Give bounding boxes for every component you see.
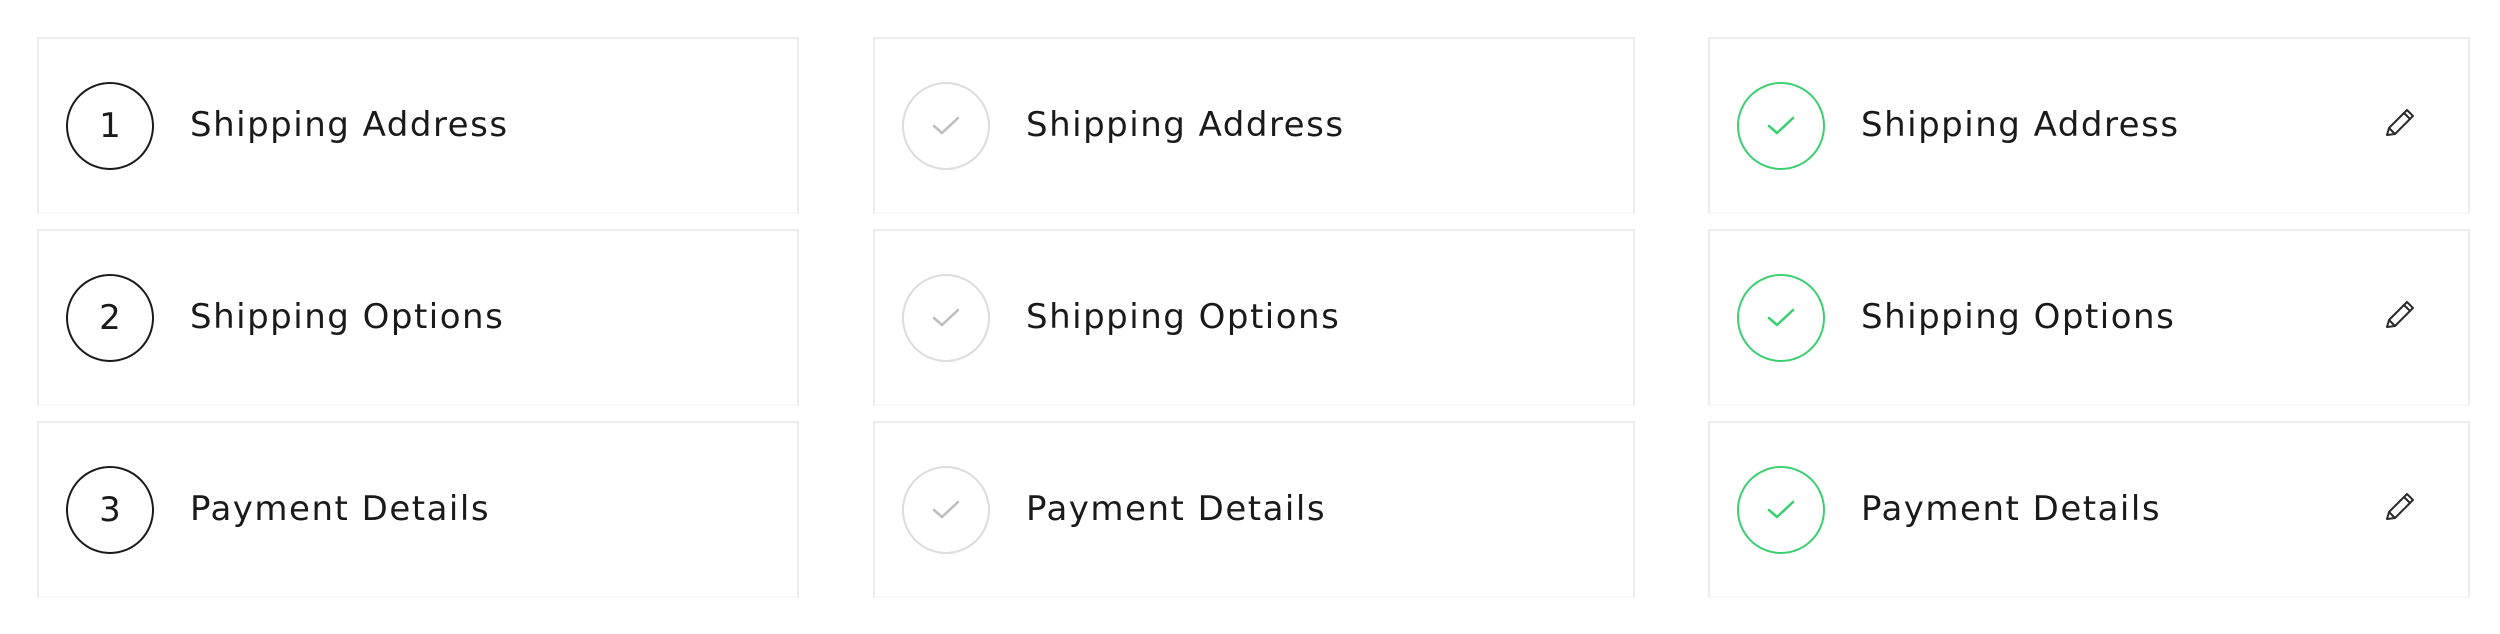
step-shipping-options: 2 Shipping Options (37, 229, 799, 406)
check-icon (1737, 82, 1825, 170)
check-icon (902, 82, 990, 170)
check-icon (1737, 466, 1825, 554)
step-label: Shipping Options (190, 297, 505, 337)
step-shipping-address: 1 Shipping Address (37, 37, 799, 214)
step-number-circle: 3 (66, 466, 154, 554)
check-icon (1737, 274, 1825, 362)
step-number-circle: 1 (66, 82, 154, 170)
step-shipping-options: Shipping Options (1708, 229, 2470, 406)
step-number-circle: 2 (66, 274, 154, 362)
step-label: Shipping Address (1861, 105, 2180, 145)
step-label: Payment Details (1861, 489, 2162, 529)
step-shipping-address: Shipping Address (1708, 37, 2470, 214)
stepper-complete: Shipping Address Shipping Options Paymen… (1708, 37, 2470, 613)
step-label: Shipping Options (1026, 297, 1341, 337)
pencil-icon[interactable] (2374, 291, 2424, 341)
stepper-pending: 1 Shipping Address 2 Shipping Options 3 … (37, 37, 799, 613)
step-label: Shipping Address (190, 105, 509, 145)
stepper-inactive: Shipping Address Shipping Options Paymen… (873, 37, 1635, 613)
step-payment-details: Payment Details (1708, 421, 2470, 598)
step-payment-details: 3 Payment Details (37, 421, 799, 598)
check-icon (902, 466, 990, 554)
step-number: 3 (99, 490, 121, 530)
step-label: Payment Details (190, 489, 491, 529)
step-shipping-options: Shipping Options (873, 229, 1635, 406)
pencil-icon[interactable] (2374, 99, 2424, 149)
step-label: Shipping Options (1861, 297, 2176, 337)
step-label: Shipping Address (1026, 105, 1345, 145)
step-number: 2 (99, 298, 121, 338)
pencil-icon[interactable] (2374, 483, 2424, 533)
step-shipping-address: Shipping Address (873, 37, 1635, 214)
check-icon (902, 274, 990, 362)
step-number: 1 (99, 106, 121, 146)
step-payment-details: Payment Details (873, 421, 1635, 598)
step-label: Payment Details (1026, 489, 1327, 529)
